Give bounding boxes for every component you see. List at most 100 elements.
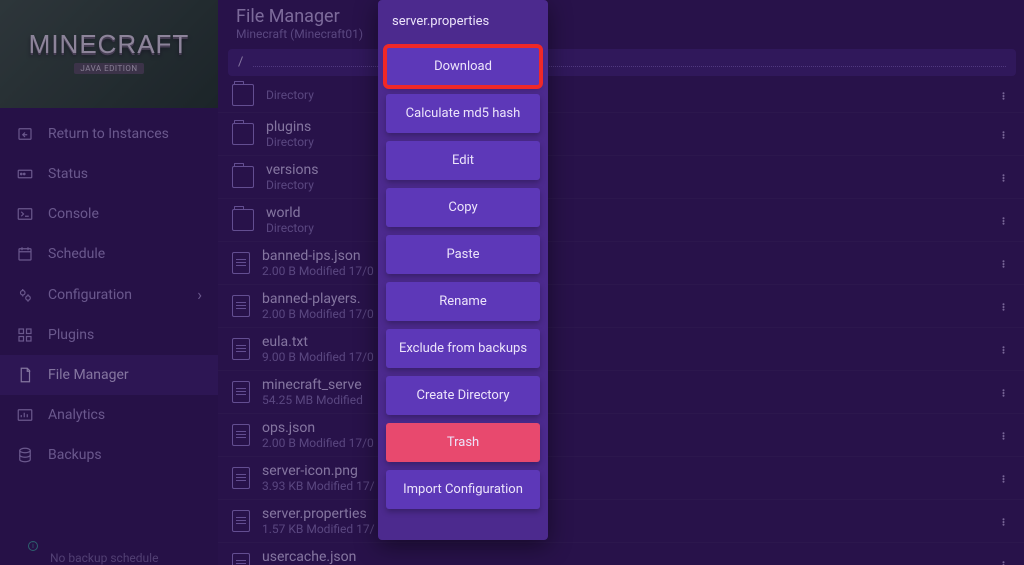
file-detail: 2.00 B Modified 17/0 [262, 307, 992, 321]
file-name: server.properties [262, 506, 992, 522]
context-action-create-directory[interactable]: Create Directory [386, 376, 540, 415]
context-action-edit[interactable]: Edit [386, 141, 540, 180]
more-options-button[interactable]: ··· [992, 212, 1012, 228]
sidebar-item-label: Analytics [48, 407, 105, 423]
file-row[interactable]: usercache.json2.00 B Modified 17/01/2025… [218, 543, 1024, 565]
more-options-button[interactable]: ··· [992, 87, 1012, 103]
context-action-copy[interactable]: Copy [386, 188, 540, 227]
sidebar-item-configuration[interactable]: Configuration › [0, 274, 218, 315]
file-detail: 54.25 MB Modified [262, 393, 992, 407]
analytics-icon [16, 406, 34, 424]
plugins-icon [16, 326, 34, 344]
file-row[interactable]: banned-ips.json2.00 B Modified 17/0··· [218, 242, 1024, 285]
file-row[interactable]: Directory··· [218, 78, 1024, 113]
file-row[interactable]: eula.txt9.00 B Modified 17/0··· [218, 328, 1024, 371]
sidebar-item-label: Return to Instances [48, 126, 169, 142]
sidebar-item-console[interactable]: Console [0, 194, 218, 234]
file-icon [232, 510, 250, 532]
folder-icon [232, 166, 254, 188]
more-options-button[interactable]: ··· [992, 427, 1012, 443]
sidebar-item-schedule[interactable]: Schedule [0, 234, 218, 274]
more-options-button[interactable]: ··· [992, 126, 1012, 142]
file-row[interactable]: minecraft_serve54.25 MB Modified··· [218, 371, 1024, 414]
file-detail: Directory [266, 221, 992, 235]
context-action-exclude-from-backups[interactable]: Exclude from backups [386, 329, 540, 368]
file-row[interactable]: versionsDirectory··· [218, 156, 1024, 199]
breadcrumb[interactable]: / [228, 49, 1016, 76]
file-icon [232, 295, 250, 317]
more-options-button[interactable]: ··· [992, 513, 1012, 529]
more-options-button[interactable]: ··· [992, 169, 1012, 185]
hero-title: MINECRAFT [29, 33, 190, 56]
more-options-button[interactable]: ··· [992, 556, 1012, 565]
sidebar-item-label: Schedule [48, 246, 105, 262]
sidebar: MINECRAFT JAVA EDITION Return to Instanc… [0, 0, 218, 565]
sidebar-item-file-manager[interactable]: File Manager [0, 355, 218, 395]
main-panel: File Manager Minecraft (Minecraft01) / D… [218, 0, 1024, 565]
file-row[interactable]: ops.json2.00 B Modified 17/0··· [218, 414, 1024, 457]
sidebar-item-label: Backups [48, 447, 102, 463]
file-name: eula.txt [262, 334, 992, 350]
file-row[interactable]: worldDirectory··· [218, 199, 1024, 242]
sidebar-item-analytics[interactable]: Analytics [0, 395, 218, 435]
folder-icon [232, 209, 254, 231]
more-options-button[interactable]: ··· [992, 341, 1012, 357]
file-name: banned-players. [262, 291, 992, 307]
status-icon [16, 165, 34, 183]
page-subtitle: Minecraft (Minecraft01) [236, 27, 1006, 41]
file-detail: 3.93 KB Modified 17/ [262, 479, 992, 493]
file-row[interactable]: server.properties1.57 KB Modified 17/··· [218, 500, 1024, 543]
file-row[interactable]: server-icon.png3.93 KB Modified 17/··· [218, 457, 1024, 500]
sidebar-item-label: Plugins [48, 327, 94, 343]
file-manager-icon [16, 366, 34, 384]
backup-schedule-note: No backup schedule [50, 551, 158, 565]
sidebar-item-status[interactable]: Status [0, 154, 218, 194]
context-action-download[interactable]: Download [386, 47, 540, 86]
sidebar-item-return-to-instances[interactable]: Return to Instances [0, 114, 218, 154]
sidebar-item-plugins[interactable]: Plugins [0, 315, 218, 355]
schedule-icon [16, 245, 34, 263]
file-name: server-icon.png [262, 463, 992, 479]
hero-subtitle: JAVA EDITION [74, 63, 143, 74]
instance-hero: MINECRAFT JAVA EDITION [0, 0, 218, 108]
context-action-trash[interactable]: Trash [386, 423, 540, 462]
file-context-menu: server.properties DownloadCalculate md5 … [378, 0, 548, 540]
folder-icon [232, 84, 254, 106]
more-options-button[interactable]: ··· [992, 298, 1012, 314]
more-options-button[interactable]: ··· [992, 384, 1012, 400]
file-name: plugins [266, 119, 992, 135]
file-detail: Directory [266, 135, 992, 149]
context-action-paste[interactable]: Paste [386, 235, 540, 274]
file-icon [232, 424, 250, 446]
folder-icon [232, 123, 254, 145]
sidebar-item-backups[interactable]: Backups [0, 435, 218, 475]
context-action-import-configuration[interactable]: Import Configuration [386, 470, 540, 509]
sidebar-item-label: Status [48, 166, 88, 182]
chevron-right-icon: › [197, 285, 202, 304]
info-icon: i [28, 541, 38, 551]
breadcrumb-path: / [238, 55, 243, 70]
file-row[interactable]: pluginsDirectory··· [218, 113, 1024, 156]
file-icon [232, 381, 250, 403]
more-options-button[interactable]: ··· [992, 255, 1012, 271]
file-detail: 2.00 B Modified 17/0 [262, 436, 992, 450]
file-icon [232, 338, 250, 360]
file-detail: Directory [266, 178, 992, 192]
sidebar-item-label: Configuration [48, 287, 132, 303]
context-action-calculate-md5-hash[interactable]: Calculate md5 hash [386, 94, 540, 133]
page-header: File Manager Minecraft (Minecraft01) [218, 0, 1024, 45]
file-detail: 1.57 KB Modified 17/ [262, 522, 992, 536]
file-icon [232, 252, 250, 274]
backups-icon [16, 446, 34, 464]
context-action-rename[interactable]: Rename [386, 282, 540, 321]
sidebar-item-label: Console [48, 206, 99, 222]
more-options-button[interactable]: ··· [992, 470, 1012, 486]
file-list: Directory···pluginsDirectory···versionsD… [218, 78, 1024, 565]
sidebar-nav: Return to Instances Status Console Schedule… [0, 108, 218, 481]
file-row[interactable]: banned-players.2.00 B Modified 17/0··· [218, 285, 1024, 328]
file-name: ops.json [262, 420, 992, 436]
file-name: usercache.json [262, 549, 992, 565]
sidebar-item-label: File Manager [48, 367, 129, 383]
page-title: File Manager [236, 6, 1006, 27]
file-detail: Directory [266, 88, 992, 102]
